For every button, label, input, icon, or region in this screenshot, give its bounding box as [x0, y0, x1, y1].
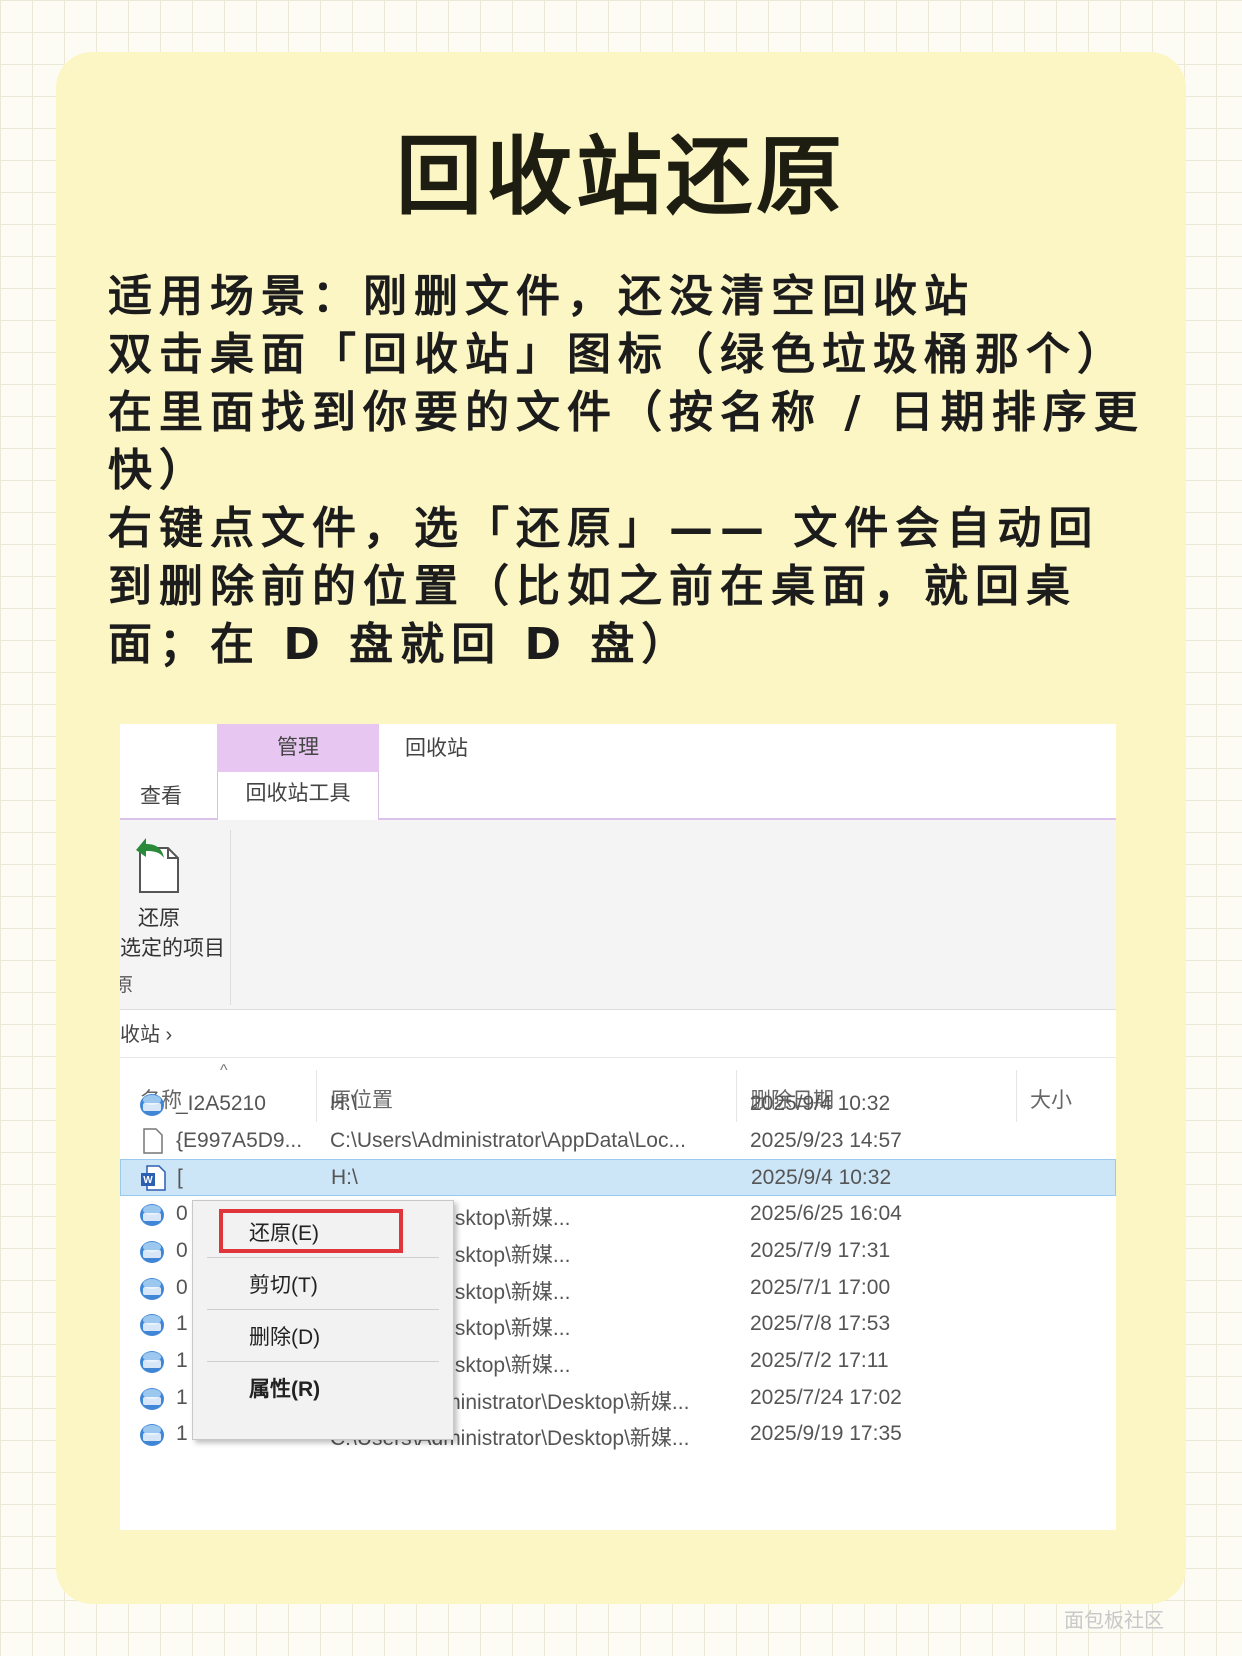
ribbon-separator — [230, 830, 231, 1005]
photo-icon — [138, 1274, 166, 1308]
tab-recycle-tools[interactable]: 回收站工具 — [217, 772, 379, 818]
photo-icon — [138, 1384, 166, 1418]
restore-file-icon — [136, 838, 179, 893]
menu-item-properties[interactable]: 属性(R) — [249, 1373, 320, 1403]
watermark: 面包板社区 — [1064, 1608, 1164, 1632]
file-name: [ — [177, 1166, 183, 1190]
photo-icon — [138, 1310, 166, 1344]
ribbon: 还原 选定的项目 原 — [120, 820, 1116, 1010]
file-location: C:\Users\Administrator\AppData\Loc... — [330, 1128, 686, 1152]
word-icon: W — [139, 1164, 167, 1198]
menu-item-delete[interactable]: 删除(D) — [249, 1321, 320, 1351]
instruction-line: 在里面找到你要的文件（按名称 / 日期排序更快） — [108, 387, 1145, 496]
file-name: 0 — [176, 1275, 188, 1299]
file-delete-date: 2025/9/4 10:32 — [750, 1092, 891, 1115]
file-delete-date: 2025/9/19 17:35 — [750, 1422, 902, 1446]
file-delete-date: 2025/7/24 17:02 — [750, 1385, 902, 1409]
ribbon-group-label: 原 — [120, 975, 134, 996]
photo-icon — [138, 1200, 166, 1234]
file-delete-date: 2025/7/8 17:53 — [750, 1312, 891, 1336]
restore-label: 还原 — [138, 907, 180, 930]
file-name: 1 — [176, 1312, 188, 1336]
window-title: 回收站 — [405, 737, 468, 760]
file-location: H:\ — [331, 1166, 358, 1190]
recycle-bin-screenshot: 管理 回收站 查看 回收站工具 还原 选定的项目 原 收站 › ^ 名称 原位置… — [120, 724, 1116, 1530]
file-name: {E997A5D9... — [176, 1128, 303, 1152]
file-row[interactable]: _I2A5210 H:\ 2025/9/4 10:32 — [120, 1086, 1116, 1123]
instruction-line: 双击桌面「回收站」图标（绿色垃圾桶那个） — [108, 329, 1128, 380]
title-wrap: 回收站还原 — [0, 100, 1242, 237]
file-delete-date: 2025/9/4 10:32 — [751, 1166, 892, 1190]
address-bar[interactable]: 收站 › — [120, 1012, 1116, 1058]
file-delete-date: 2025/7/2 17:11 — [750, 1348, 889, 1372]
photo-icon — [138, 1237, 166, 1271]
menu-item-cut[interactable]: 剪切(T) — [249, 1269, 318, 1299]
restore-selected-button[interactable]: 还原 选定的项目 — [120, 834, 225, 960]
tab-view[interactable]: 查看 — [140, 780, 182, 810]
file-delete-date: 2025/9/23 14:57 — [750, 1128, 902, 1152]
svg-text:W: W — [143, 1175, 153, 1186]
menu-separator — [207, 1361, 439, 1362]
blank-file-icon — [138, 1127, 166, 1161]
menu-separator — [207, 1257, 439, 1258]
file-delete-date: 2025/7/9 17:31 — [750, 1238, 891, 1262]
menu-item-restore[interactable]: 还原(E) — [249, 1217, 319, 1247]
file-name: 0 — [176, 1202, 188, 1226]
photo-icon — [138, 1420, 166, 1454]
file-name: 1 — [176, 1385, 188, 1409]
context-tab-manage[interactable]: 管理 — [217, 724, 379, 772]
menu-separator — [207, 1309, 439, 1310]
instructions: 适用场景：刚删文件，还没清空回收站 双击桌面「回收站」图标（绿色垃圾桶那个） 在… — [108, 268, 1148, 674]
photo-icon — [138, 1347, 166, 1381]
file-name: 1 — [176, 1348, 188, 1372]
file-location: H:\ — [330, 1092, 357, 1115]
photo-icon — [138, 1090, 166, 1124]
instruction-line: 适用场景：刚删文件，还没清空回收站 — [108, 271, 975, 322]
context-menu: 还原(E) 剪切(T) 删除(D) 属性(R) — [192, 1200, 454, 1440]
file-name: _I2A5210 — [176, 1092, 266, 1115]
restore-label-2: 选定的项目 — [120, 937, 225, 960]
file-name: 1 — [176, 1422, 188, 1446]
instruction-line: 右键点文件，选「还原」—— 文件会自动回到删除前的位置（比如之前在桌面，就回桌面… — [108, 503, 1100, 670]
file-row[interactable]: {E997A5D9... C:\Users\Administrator\AppDa… — [120, 1123, 1116, 1160]
page-title: 回收站还原 — [374, 100, 868, 237]
file-name: 0 — [176, 1238, 188, 1262]
file-row[interactable]: W [ H:\ 2025/9/4 10:32 — [120, 1159, 1116, 1198]
file-delete-date: 2025/6/25 16:04 — [750, 1202, 902, 1226]
file-delete-date: 2025/7/1 17:00 — [750, 1275, 891, 1299]
